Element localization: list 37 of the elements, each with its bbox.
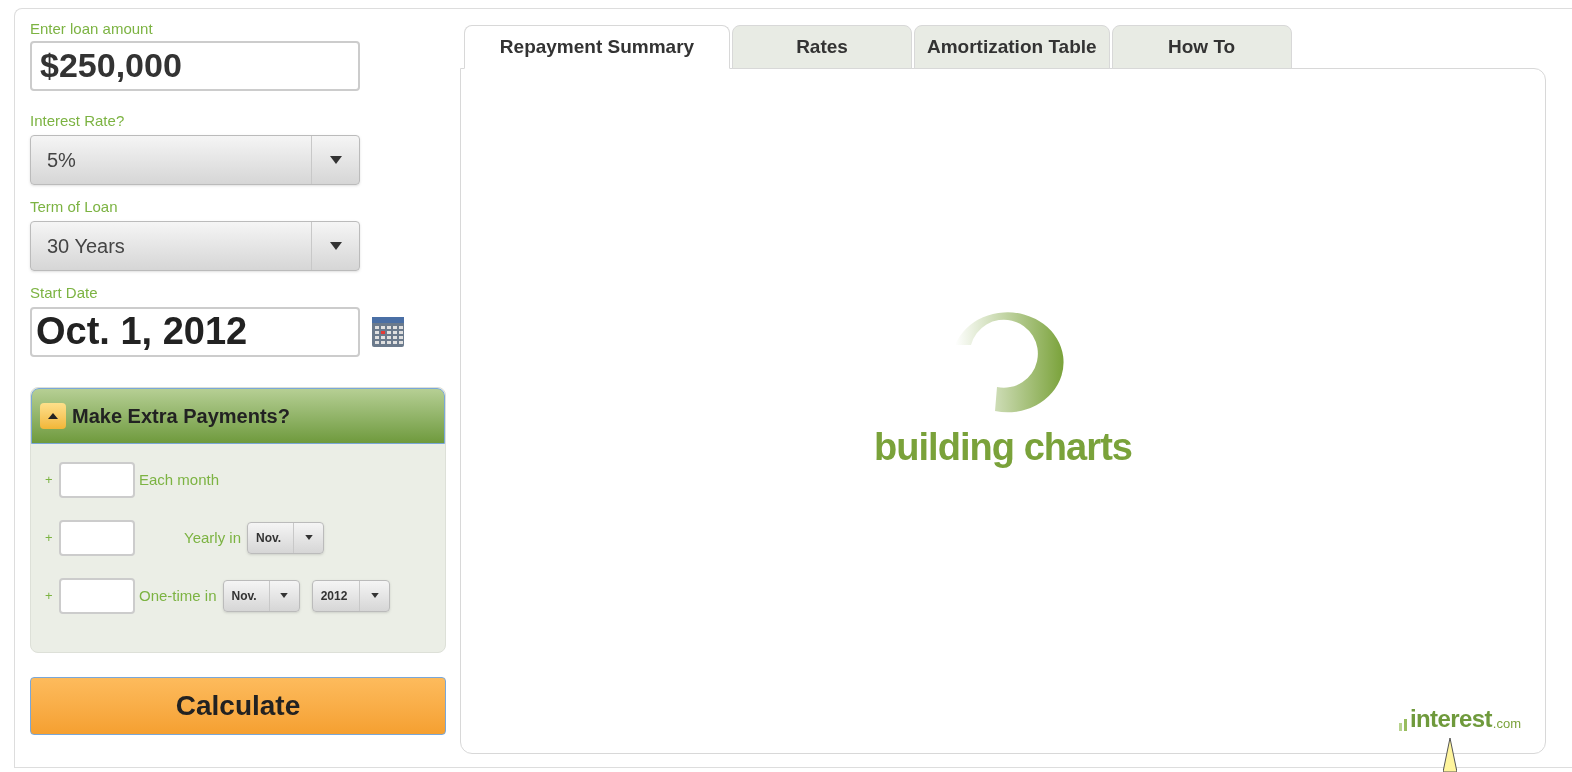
amount-field[interactable] <box>59 519 135 556</box>
plus-sign: + <box>45 529 54 547</box>
amount-field[interactable] <box>59 577 135 614</box>
field-label: Yearly in <box>183 527 241 548</box>
plus-sign: + <box>45 587 54 605</box>
calendar-icon[interactable] <box>372 316 404 347</box>
dropdown[interactable]: Nov. <box>222 579 300 612</box>
start-date-field[interactable]: Oct. 1, 2012 <box>30 306 360 357</box>
caret-icon <box>370 593 379 599</box>
field-label: Start Date <box>30 283 98 301</box>
tab[interactable]: Amortization Table <box>914 25 1110 69</box>
bars-icon <box>1398 717 1409 731</box>
field-label: Term of Loan <box>30 197 118 215</box>
dropdown[interactable]: 5% <box>30 134 360 185</box>
extra-payments-header[interactable]: Make Extra Payments? <box>31 387 445 444</box>
caret-icon <box>329 155 342 164</box>
tab[interactable]: How To <box>1111 25 1292 69</box>
pointer-icon <box>1443 738 1457 772</box>
plus-sign: + <box>45 471 54 489</box>
dropdown[interactable]: Nov. <box>247 521 325 554</box>
caret-icon <box>280 593 289 599</box>
loading-text: building charts <box>873 425 1133 470</box>
calculate-button[interactable]: Calculate <box>30 676 446 735</box>
tab[interactable]: Rates <box>732 25 912 69</box>
field-label: Each month <box>139 469 220 490</box>
loan-amount-field[interactable]: $250,000 <box>30 40 360 91</box>
collapse-icon <box>48 412 58 419</box>
site-logo: interest.com <box>1398 707 1521 731</box>
tab[interactable]: Repayment Summary <box>464 25 730 69</box>
caret-icon <box>304 535 313 541</box>
field-label: Interest Rate? <box>30 111 125 129</box>
field-label: One-time in <box>139 585 217 606</box>
amount-field[interactable] <box>59 461 135 498</box>
dropdown[interactable]: 2012 <box>311 579 391 612</box>
dropdown[interactable]: 30 Years <box>30 220 360 271</box>
caret-icon <box>329 241 342 250</box>
field-label: Enter loan amount <box>30 20 154 39</box>
